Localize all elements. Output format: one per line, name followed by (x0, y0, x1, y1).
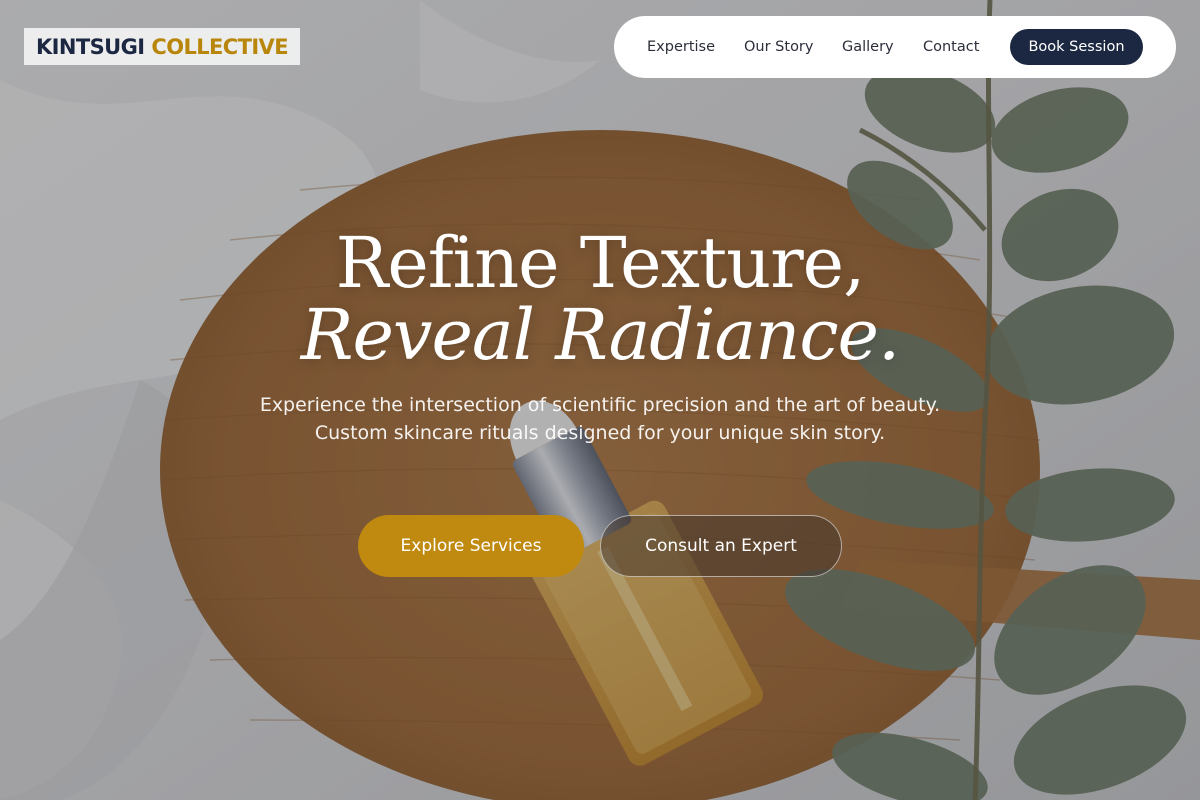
brand-logo[interactable]: KINTSUGI COLLECTIVE (24, 28, 300, 65)
hero-headline-line2: Reveal Radiance. (300, 294, 900, 376)
hero-subtitle: Experience the intersection of scientifi… (259, 394, 941, 444)
nav-link-expertise[interactable]: Expertise (647, 16, 715, 78)
hero-headline-line1: Refine Texture, (335, 222, 866, 304)
top-navigation: Expertise Our Story Gallery Contact Book… (614, 16, 1176, 78)
brand-name-accent: COLLECTIVE (151, 34, 288, 59)
consult-expert-button[interactable]: Consult an Expert (600, 515, 842, 577)
brand-name-primary: KINTSUGI (36, 34, 145, 59)
nav-link-our-story[interactable]: Our Story (744, 16, 813, 78)
hero-section: KINTSUGI COLLECTIVE Expertise Our Story … (0, 0, 1200, 800)
nav-link-gallery[interactable]: Gallery (842, 16, 894, 78)
book-session-button[interactable]: Book Session (1010, 29, 1143, 65)
nav-link-contact[interactable]: Contact (923, 16, 979, 78)
explore-services-button[interactable]: Explore Services (358, 515, 584, 577)
